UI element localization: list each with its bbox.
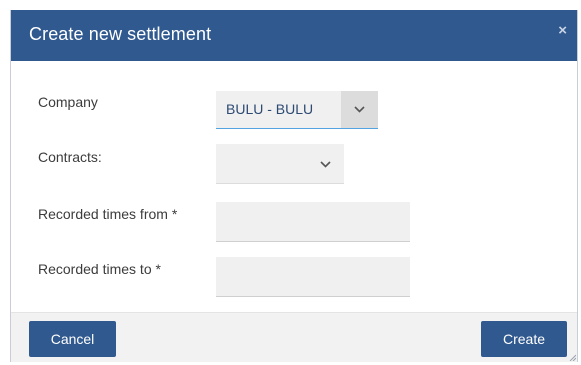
company-selected-value: BULU - BULU — [226, 101, 314, 117]
dialog-titlebar: Create new settlement × — [11, 10, 577, 61]
dialog-title: Create new settlement — [29, 24, 212, 44]
company-select[interactable]: BULU - BULU — [216, 91, 378, 129]
contracts-label: Contracts: — [38, 149, 102, 165]
recorded-to-input[interactable] — [216, 257, 410, 297]
company-label: Company — [38, 94, 98, 110]
chevron-down-icon — [354, 106, 365, 113]
create-settlement-dialog: Create new settlement × Company BULU - B… — [10, 10, 578, 362]
recorded-from-label: Recorded times from * — [38, 206, 178, 222]
dialog-footer: Cancel Create — [11, 312, 577, 362]
company-dropdown-button[interactable] — [341, 91, 378, 128]
recorded-to-label: Recorded times to * — [38, 261, 161, 277]
contracts-select[interactable] — [216, 144, 344, 184]
create-button[interactable]: Create — [481, 321, 567, 357]
chevron-down-icon — [320, 161, 331, 168]
recorded-from-input[interactable] — [216, 202, 410, 242]
cancel-button[interactable]: Cancel — [29, 321, 116, 357]
resize-grip-icon[interactable] — [568, 353, 576, 361]
close-icon[interactable]: × — [558, 22, 567, 39]
